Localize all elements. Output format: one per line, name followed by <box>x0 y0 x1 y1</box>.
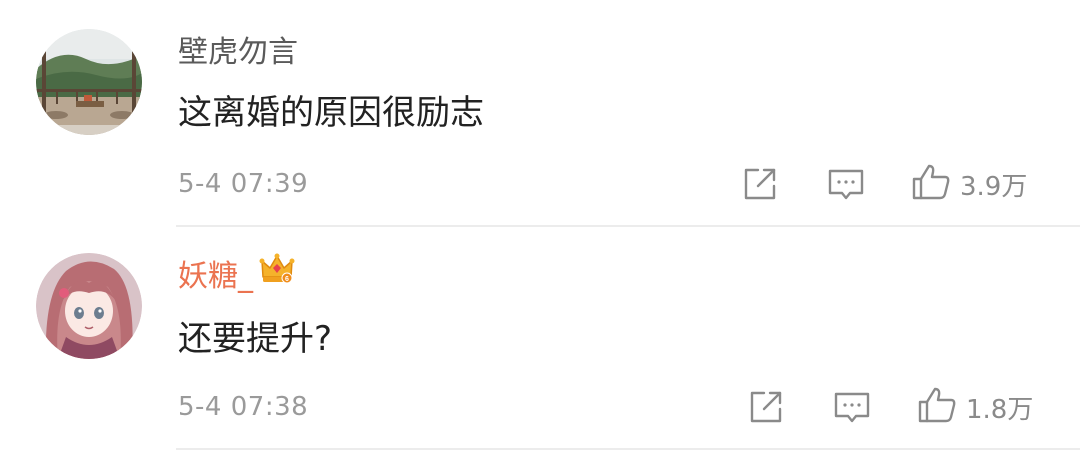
username[interactable]: 壁虎勿言 <box>178 33 298 73</box>
svg-text:6: 6 <box>285 276 289 283</box>
comment-text: 这离婚的原因很励志 <box>178 93 484 133</box>
like-button[interactable]: 3.9万 <box>910 164 1027 204</box>
comment-icon[interactable] <box>832 387 872 427</box>
thumbs-up-icon <box>916 385 958 429</box>
share-icon[interactable] <box>746 387 786 427</box>
like-count: 1.8万 <box>966 394 1034 425</box>
comment-item: 壁虎勿言 这离婚的原因很励志 5-4 07:39 3.9万 <box>0 0 1080 226</box>
comment-item: 妖糖_ 6 还要提升? 5-4 07:38 1.8万 <box>0 226 1080 450</box>
username[interactable]: 妖糖_ 6 <box>178 253 295 298</box>
avatar[interactable] <box>36 29 142 135</box>
comment-text: 还要提升? <box>178 319 333 359</box>
avatar-image <box>36 253 142 359</box>
like-count: 3.9万 <box>960 171 1028 202</box>
username-text[interactable]: 壁虎勿言 <box>178 35 298 70</box>
thumbs-up-icon <box>910 162 952 206</box>
crown-icon[interactable]: 6 <box>259 251 295 298</box>
comment-list: 壁虎勿言 这离婚的原因很励志 5-4 07:39 3.9万 妖糖_ 6 还要提升… <box>0 0 1080 450</box>
avatar[interactable] <box>36 253 142 359</box>
like-button[interactable]: 1.8万 <box>916 387 1033 427</box>
timestamp: 5-4 07:38 <box>178 392 309 422</box>
comment-icon[interactable] <box>826 164 866 204</box>
share-icon[interactable] <box>740 164 780 204</box>
timestamp: 5-4 07:39 <box>178 169 309 199</box>
username-text[interactable]: 妖糖_ <box>178 259 253 294</box>
avatar-image <box>36 29 142 135</box>
